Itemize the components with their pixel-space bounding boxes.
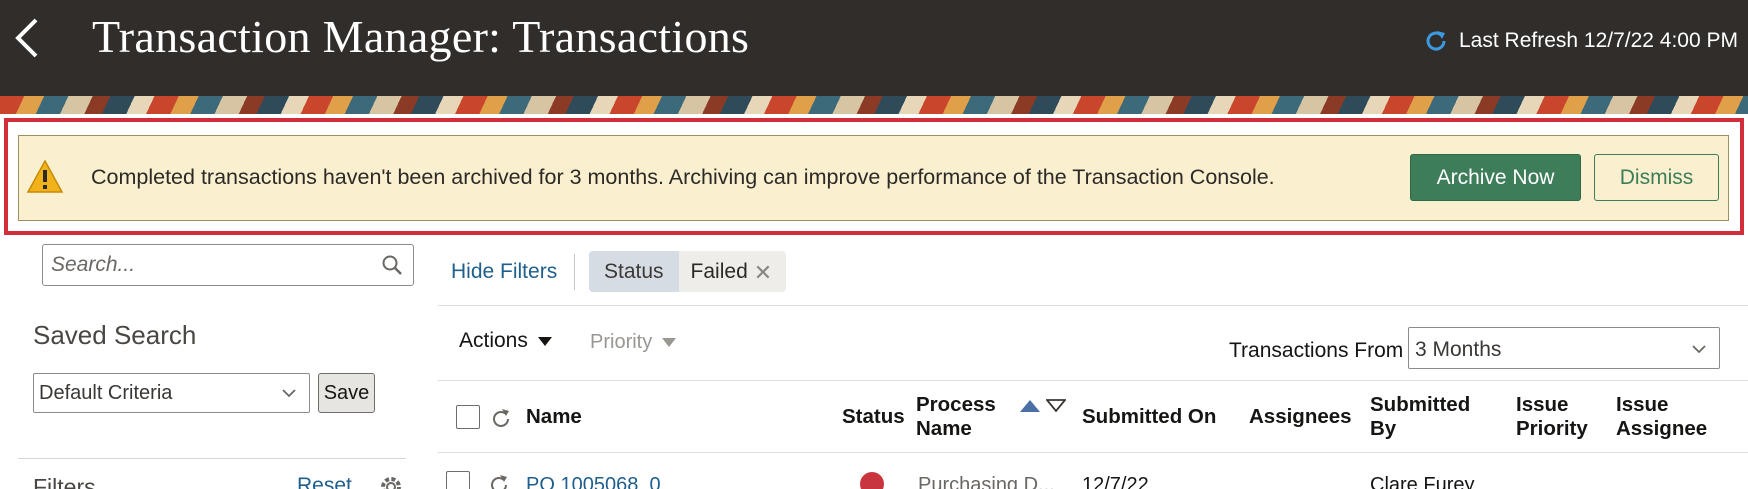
- actions-label: Actions: [459, 329, 528, 352]
- recover-icon: [493, 409, 509, 427]
- table-divider-top: [438, 380, 1748, 381]
- search-icon[interactable]: [381, 254, 403, 276]
- failed-status-icon: [860, 472, 884, 489]
- chevron-down-icon: [282, 389, 296, 398]
- page-header: Transaction Manager: Transactions Last R…: [0, 0, 1748, 96]
- submitted-by-cell: Clare Furey: [1370, 474, 1475, 489]
- search-input[interactable]: [51, 251, 371, 279]
- priority-label: Priority: [590, 331, 653, 353]
- filter-separator: [574, 254, 575, 290]
- sort-ascending-icon[interactable]: [1020, 400, 1040, 412]
- select-all-checkbox[interactable]: [456, 405, 480, 429]
- process-name-cell: Purchasing D...: [918, 474, 1055, 489]
- chevron-down-icon: [1692, 345, 1706, 354]
- submitted-on-cell: 12/7/22: [1082, 474, 1149, 489]
- dropdown-arrow-icon: [537, 336, 552, 346]
- column-header-submitted-by-line2: By: [1370, 417, 1397, 440]
- gear-icon[interactable]: [378, 474, 404, 489]
- left-divider: [18, 458, 406, 459]
- hide-filters-link[interactable]: Hide Filters: [451, 260, 557, 284]
- column-header-name[interactable]: Name: [526, 405, 582, 429]
- column-header-issue-priority-line1: Issue: [1516, 393, 1569, 416]
- saved-search-heading: Saved Search: [33, 320, 197, 350]
- dismiss-button[interactable]: Dismiss: [1594, 154, 1719, 201]
- refresh-icon[interactable]: [1423, 28, 1449, 54]
- chip-value-wrap: Failed ✕: [678, 251, 786, 292]
- remove-filter-icon[interactable]: ✕: [748, 260, 778, 292]
- warning-icon: [26, 159, 64, 193]
- dropdown-arrow-icon: [662, 338, 677, 347]
- column-header-submitted-on[interactable]: Submitted On: [1082, 405, 1216, 429]
- column-header-issue-priority[interactable]: Issue Priority: [1516, 393, 1588, 441]
- decorative-banner: [0, 96, 1748, 114]
- toolbar-divider-top: [438, 305, 1748, 306]
- archive-now-button[interactable]: Archive Now: [1410, 154, 1581, 201]
- column-header-status[interactable]: Status: [842, 405, 905, 429]
- column-header-process-name[interactable]: Process Name: [916, 393, 996, 441]
- chip-value: Failed: [690, 260, 748, 283]
- column-header-issue-assignee[interactable]: Issue Assignee: [1616, 393, 1707, 441]
- save-button[interactable]: Save: [318, 373, 375, 413]
- chip-key: Status: [589, 251, 679, 292]
- transaction-name-link[interactable]: PO 1005068_0: [526, 474, 661, 489]
- column-header-issue-priority-line2: Priority: [1516, 417, 1588, 440]
- column-header-submitted-by-line1: Submitted: [1370, 393, 1471, 416]
- column-header-assignees[interactable]: Assignees: [1249, 405, 1352, 429]
- warning-text: Completed transactions haven't been arch…: [91, 165, 1275, 189]
- transactions-from-label: Transactions From: [1229, 339, 1404, 362]
- row-checkbox[interactable]: [446, 471, 470, 489]
- transactions-from-value: 3 Months: [1415, 338, 1502, 361]
- archive-warning-message: Completed transactions haven't been arch…: [18, 135, 1729, 221]
- search-field[interactable]: [42, 244, 414, 286]
- table-header-divider: [438, 452, 1748, 453]
- column-header-process-name-line2: Name: [916, 417, 972, 440]
- reset-link[interactable]: Reset: [297, 474, 352, 489]
- refresh-area: Last Refresh 12/7/22 4:00 PM: [1423, 28, 1738, 54]
- filters-heading: Filters: [33, 474, 96, 489]
- status-filter-chip[interactable]: Status Failed ✕: [589, 251, 786, 292]
- transactions-from-select[interactable]: 3 Months: [1408, 327, 1720, 369]
- recover-icon[interactable]: [486, 472, 512, 489]
- column-header-submitted-by[interactable]: Submitted By: [1370, 393, 1470, 441]
- actions-menu[interactable]: Actions: [459, 329, 552, 353]
- back-arrow-icon[interactable]: [8, 16, 48, 60]
- sort-descending-icon[interactable]: [1046, 399, 1066, 413]
- column-header-issue-assignee-line1: Issue: [1616, 393, 1669, 416]
- priority-menu[interactable]: Priority: [590, 331, 677, 354]
- page-title: Transaction Manager: Transactions: [92, 11, 750, 62]
- column-header-issue-assignee-line2: Assignee: [1616, 417, 1708, 440]
- saved-search-select[interactable]: Default Criteria: [33, 373, 310, 413]
- saved-search-value: Default Criteria: [39, 382, 173, 404]
- last-refresh-text: Last Refresh 12/7/22 4:00 PM: [1459, 29, 1738, 52]
- column-header-process-name-line1: Process: [916, 393, 996, 416]
